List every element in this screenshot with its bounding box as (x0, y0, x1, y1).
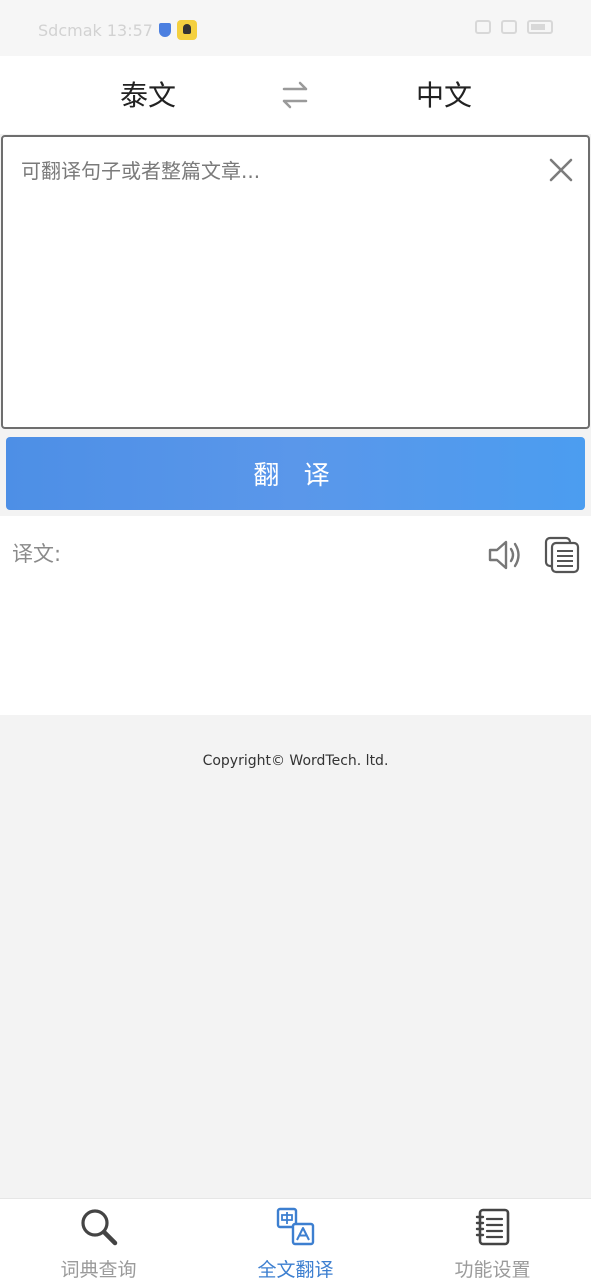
nav-label-settings: 功能设置 (454, 1259, 531, 1280)
result-label: 译文: (12, 542, 62, 566)
status-bar: Sdcmak 13:57 (0, 0, 591, 56)
source-text-box (1, 135, 590, 429)
notebook-icon (475, 1208, 510, 1246)
language-header: 泰文 中文 (0, 56, 591, 134)
copyright-text: Copyright© WordTech. ltd. (202, 753, 389, 769)
status-right (475, 20, 553, 34)
nav-item-dictionary[interactable]: 词典查询 (0, 1199, 197, 1280)
app-root: Sdcmak 13:57 泰文 中文 翻 译 译文: (0, 0, 591, 1280)
copy-icon[interactable] (544, 536, 580, 574)
nav-label-translate: 全文翻译 (257, 1259, 334, 1280)
vibrate-icon (475, 20, 491, 34)
swap-languages-icon[interactable] (278, 78, 312, 112)
wifi-icon (501, 20, 517, 34)
source-language-selector[interactable]: 泰文 (100, 74, 196, 114)
source-text-input[interactable] (21, 155, 531, 405)
nav-item-settings[interactable]: 功能设置 (394, 1199, 591, 1280)
search-icon (81, 1209, 118, 1246)
app-notification-icon (176, 20, 197, 40)
bottom-nav: 词典查询 全文翻译 功能设置 (0, 1198, 591, 1280)
status-time: Sdcmak 13:57 (38, 20, 153, 40)
close-icon[interactable] (548, 157, 574, 183)
status-left: Sdcmak 13:57 (38, 20, 197, 40)
translate-button[interactable]: 翻 译 (6, 437, 585, 510)
shield-icon (158, 23, 171, 37)
translate-icon (276, 1207, 315, 1246)
target-language-selector[interactable]: 中文 (396, 74, 492, 114)
result-area: 译文: (0, 516, 591, 715)
nav-item-translate[interactable]: 全文翻译 (197, 1199, 394, 1280)
battery-icon (527, 20, 553, 34)
nav-label-dictionary: 词典查询 (60, 1259, 137, 1280)
speaker-icon[interactable] (486, 536, 524, 574)
